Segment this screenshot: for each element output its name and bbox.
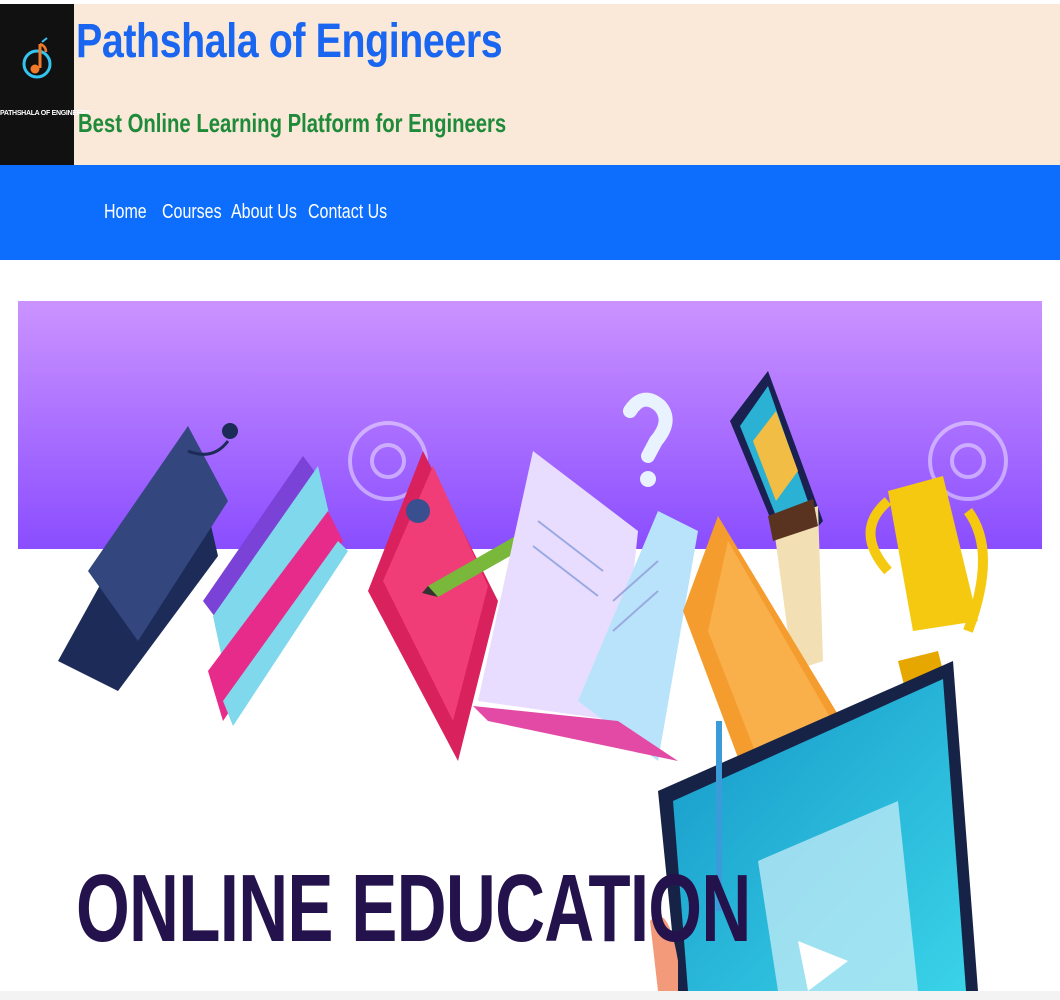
nav-item-about-us[interactable]: About Us (231, 201, 297, 224)
site-header: PATHSHALA OF ENGINEERS Pathshala of Engi… (0, 4, 1060, 165)
banner-title: ONLINE EDUCATION (76, 855, 751, 962)
main-nav: Home Courses About Us Contact Us (0, 165, 1060, 260)
music-note-logo-icon (22, 37, 52, 79)
site-tagline: Best Online Learning Platform for Engine… (78, 108, 507, 138)
site-title: Pathshala of Engineers (76, 15, 503, 68)
logo-text: PATHSHALA OF ENGINEERS (0, 110, 91, 117)
nav-item-home[interactable]: Home (104, 201, 147, 224)
site-logo[interactable]: PATHSHALA OF ENGINEERS (0, 4, 91, 165)
nav-item-contact-us[interactable]: Contact Us (308, 201, 387, 224)
hero-banner: ONLINE EDUCATION (18, 301, 1042, 991)
bottom-border (0, 991, 1060, 1000)
nav-item-courses[interactable]: Courses (162, 201, 222, 224)
